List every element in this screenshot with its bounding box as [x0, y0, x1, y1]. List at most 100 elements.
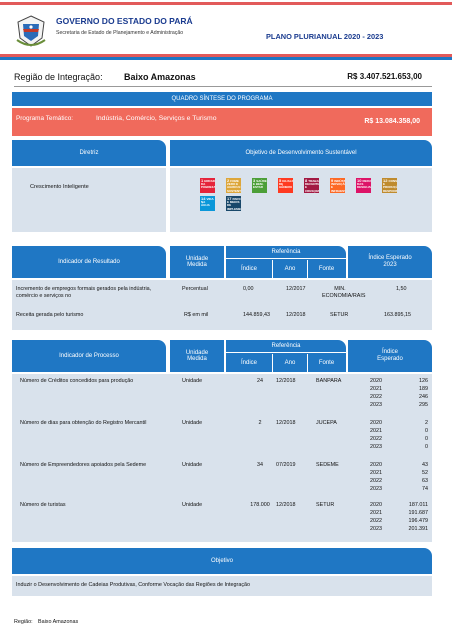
footer-value: Baixo Amazonas [38, 619, 79, 625]
header-title: GOVERNO DO ESTADO DO PARÁ [56, 16, 193, 26]
sdg-label: IGUALDADE DE GÊNERO [279, 179, 293, 190]
region-value: R$ 3.407.521.653,00 [347, 72, 422, 81]
result-year-header: Ano [272, 260, 308, 278]
ods-header-label: Objetivo de Desenvolvimento Sustentável [245, 150, 357, 156]
sdg-label: ERRADICAÇÃO DA POBREZA [201, 179, 215, 190]
process-row-expected-year: 2023 [370, 486, 382, 492]
process-row-year: 07/2019 [276, 462, 296, 468]
result-reference-header: Referência Índice Ano Fonte [226, 246, 346, 278]
result-row-1-unit: Percentual [182, 286, 208, 292]
process-row-expected-value: 52 [422, 470, 428, 476]
process-row-expected-value: 191.687 [408, 510, 429, 516]
process-row-expected-value: 295 [419, 402, 428, 408]
result-reference-divider [226, 258, 346, 259]
state-coat-of-arms [14, 14, 48, 48]
process-row-year: 12/2018 [276, 378, 296, 384]
process-row-expected-value: 0 [425, 428, 428, 434]
sdg-label: TRABALHO DECENTE E CRESCIMENTO ECONÔMICO [305, 179, 319, 193]
sdg-2-icon: 2FOME ZERO E AGRICULTURA SUSTENTÁVEL [226, 178, 241, 193]
process-row-expected-year: 2022 [370, 436, 382, 442]
process-row-unit: Unidade [182, 502, 203, 508]
result-index-header: Índice [240, 266, 257, 272]
process-unit-header: Unidade Medida [170, 340, 224, 372]
result-expected-header: Índice Esperado 2023 [348, 246, 432, 278]
process-row-unit: Unidade [182, 378, 203, 384]
sdg-label: FOME ZERO E AGRICULTURA SUSTENTÁVEL [227, 179, 241, 193]
process-row-expected-year: 2023 [370, 402, 382, 408]
process-row-expected-year: 2022 [370, 394, 382, 400]
result-table-body: Incremento de empregos formais gerados p… [12, 280, 432, 330]
process-unit-label: Unidade Medida [185, 350, 209, 362]
region-name: Baixo Amazonas [124, 72, 196, 82]
process-source-header: Fonte [318, 360, 335, 366]
objective-cell: Induzir o Desenvolvimento de Cadeias Pro… [12, 576, 432, 596]
sdg-14-icon: 14VIDA NA ÁGUA [200, 196, 215, 211]
result-row-1-year: 12/2017 [286, 286, 306, 292]
result-row-1-indicator: Incremento de empregos formais gerados p… [16, 286, 152, 299]
sdg-icons: 1ERRADICAÇÃO DA POBREZA 2FOME ZERO E AGRI… [200, 178, 430, 218]
result-source-header: Fonte [318, 266, 335, 272]
header-subtitle: Secretaria de Estado de Planejamento e A… [56, 30, 184, 36]
process-row-expected-value: 201.391 [408, 526, 429, 532]
objective-header: Objetivo [12, 548, 432, 574]
process-row-source: JUCEPA [316, 420, 337, 426]
result-reference-label: Referência [271, 249, 301, 255]
result-row-1-index: 0,00 [243, 286, 254, 292]
process-row-unit: Unidade [182, 462, 203, 468]
process-row-expected-value: 74 [422, 486, 428, 492]
sdg-label: SAÚDE E BEM-ESTAR [253, 179, 267, 190]
process-row-expected-value: 63 [422, 478, 428, 484]
program-name: Indústria, Comércio, Serviços e Turismo [96, 115, 217, 122]
process-row-indicator: Número de Empreendedores apoiados pela S… [20, 462, 147, 468]
process-row-expected-value: 126 [419, 378, 428, 384]
process-row-expected-year: 2022 [370, 518, 382, 524]
sdg-label: INDÚSTRIA, INOVAÇÃO E INFRAESTRUTURA [331, 179, 345, 193]
process-row-expected-year: 2021 [370, 386, 382, 392]
plan-title: PLANO PLURIANUAL 2020 - 2023 [266, 32, 384, 41]
process-reference-divider [226, 352, 346, 353]
sdg-12-icon: 12CONSUMO E PRODUÇÃO RESPONSÁVEIS [382, 178, 397, 193]
program-bar: Programa Temático: Indústria, Comércio, … [12, 108, 432, 136]
process-row-expected-value: 196.479 [408, 518, 429, 524]
process-row-expected-value: 2 [425, 420, 428, 426]
region-label: Região de Integração: [14, 72, 103, 82]
process-row-year: 12/2018 [276, 502, 296, 508]
ods-header: Objetivo de Desenvolvimento Sustentável [170, 140, 432, 166]
process-indicator-label: Indicador de Processo [59, 353, 119, 359]
footer-label: Região: [14, 619, 33, 625]
process-row-expected-year: 2020 [370, 462, 382, 468]
process-table-body: Número de Créditos concedidos para produ… [12, 374, 432, 542]
process-row-expected-year: 2021 [370, 470, 382, 476]
program-label: Programa Temático: [16, 115, 74, 122]
result-row-2-expected: 163.895,15 [384, 312, 411, 318]
result-row-1-source: MIN. ECONOMIA/RAIS [322, 286, 366, 299]
header-blue-line [0, 57, 452, 60]
process-row-expected-year: 2021 [370, 428, 382, 434]
process-row-year: 12/2018 [276, 420, 296, 426]
process-row-expected-year: 2023 [370, 526, 382, 532]
top-red-line [0, 2, 452, 5]
process-row-source: SEDEME [316, 462, 339, 468]
result-row-2-unit: R$ em mil [184, 312, 209, 318]
objective-header-label: Objetivo [210, 558, 233, 564]
program-value: R$ 13.084.358,00 [364, 118, 420, 125]
summary-title-bar: QUADRO SÍNTESE DO PROGRAMA [12, 92, 432, 106]
diretriz-value: Crescimento Inteligente [30, 184, 89, 190]
process-indicator-header: Indicador de Processo [12, 340, 166, 372]
process-row-expected-value: 246 [419, 394, 428, 400]
result-row-2-indicator: Receita gerada pelo turismo [16, 312, 84, 318]
sdg-5-icon: 5IGUALDADE DE GÊNERO [278, 178, 293, 193]
process-row-indicator: Número de turistas [20, 502, 66, 508]
result-row-2-source: SETUR [330, 312, 349, 318]
process-row-expected-year: 2022 [370, 478, 382, 484]
process-row-expected-year: 2020 [370, 420, 382, 426]
process-row-expected-value: 187.011 [408, 502, 428, 508]
process-row-unit: Unidade [182, 420, 203, 426]
process-reference-header: Referência Índice Ano Fonte [226, 340, 346, 372]
objective-value: Induzir o Desenvolvimento de Cadeias Pro… [16, 582, 251, 588]
sdg-8-icon: 8TRABALHO DECENTE E CRESCIMENTO ECONÔMIC… [304, 178, 319, 193]
sdg-1-icon: 1ERRADICAÇÃO DA POBREZA [200, 178, 215, 193]
result-row-1-expected: 1,50 [396, 286, 407, 292]
ods-cell: 1ERRADICAÇÃO DA POBREZA 2FOME ZERO E AGRI… [170, 168, 432, 232]
diretriz-header: Diretriz [12, 140, 166, 166]
